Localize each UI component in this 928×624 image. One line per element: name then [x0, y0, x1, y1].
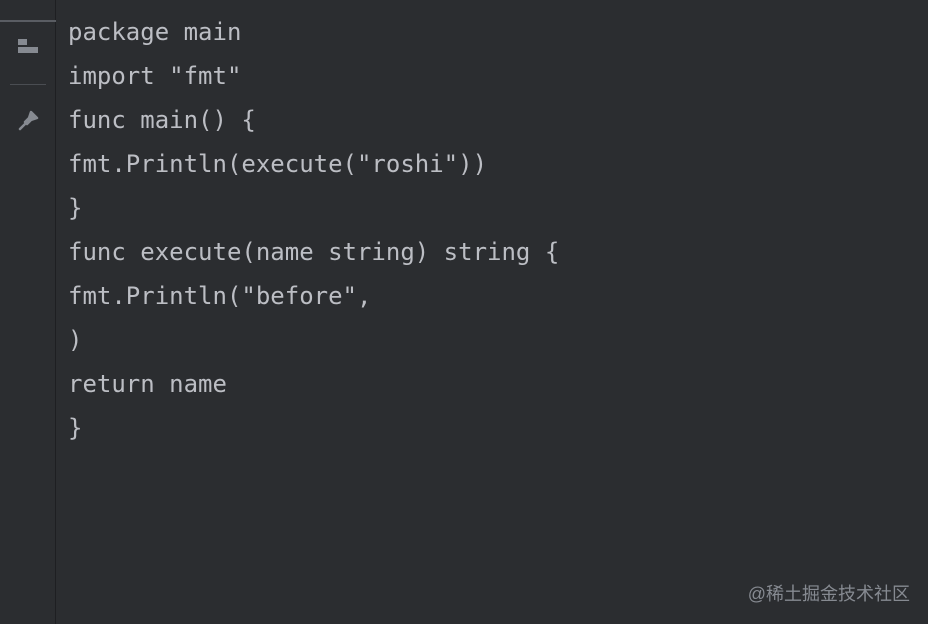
code-line: func execute(name string) string {: [68, 230, 928, 274]
sidebar-divider: [10, 84, 46, 85]
code-line: fmt.Println("before",: [68, 274, 928, 318]
code-editor[interactable]: package main import "fmt" func main() { …: [56, 0, 928, 624]
code-line: func main() {: [68, 98, 928, 142]
code-line: import "fmt": [68, 54, 928, 98]
code-line: }: [68, 186, 928, 230]
structure-icon[interactable]: [0, 20, 56, 76]
watermark: @稀土掘金技术社区: [748, 580, 910, 606]
code-line: ): [68, 318, 928, 362]
code-line: }: [68, 406, 928, 450]
code-line: return name: [68, 362, 928, 406]
code-line: fmt.Println(execute("roshi")): [68, 142, 928, 186]
pin-icon[interactable]: [0, 93, 56, 149]
sidebar: [0, 0, 56, 624]
code-line: package main: [68, 10, 928, 54]
